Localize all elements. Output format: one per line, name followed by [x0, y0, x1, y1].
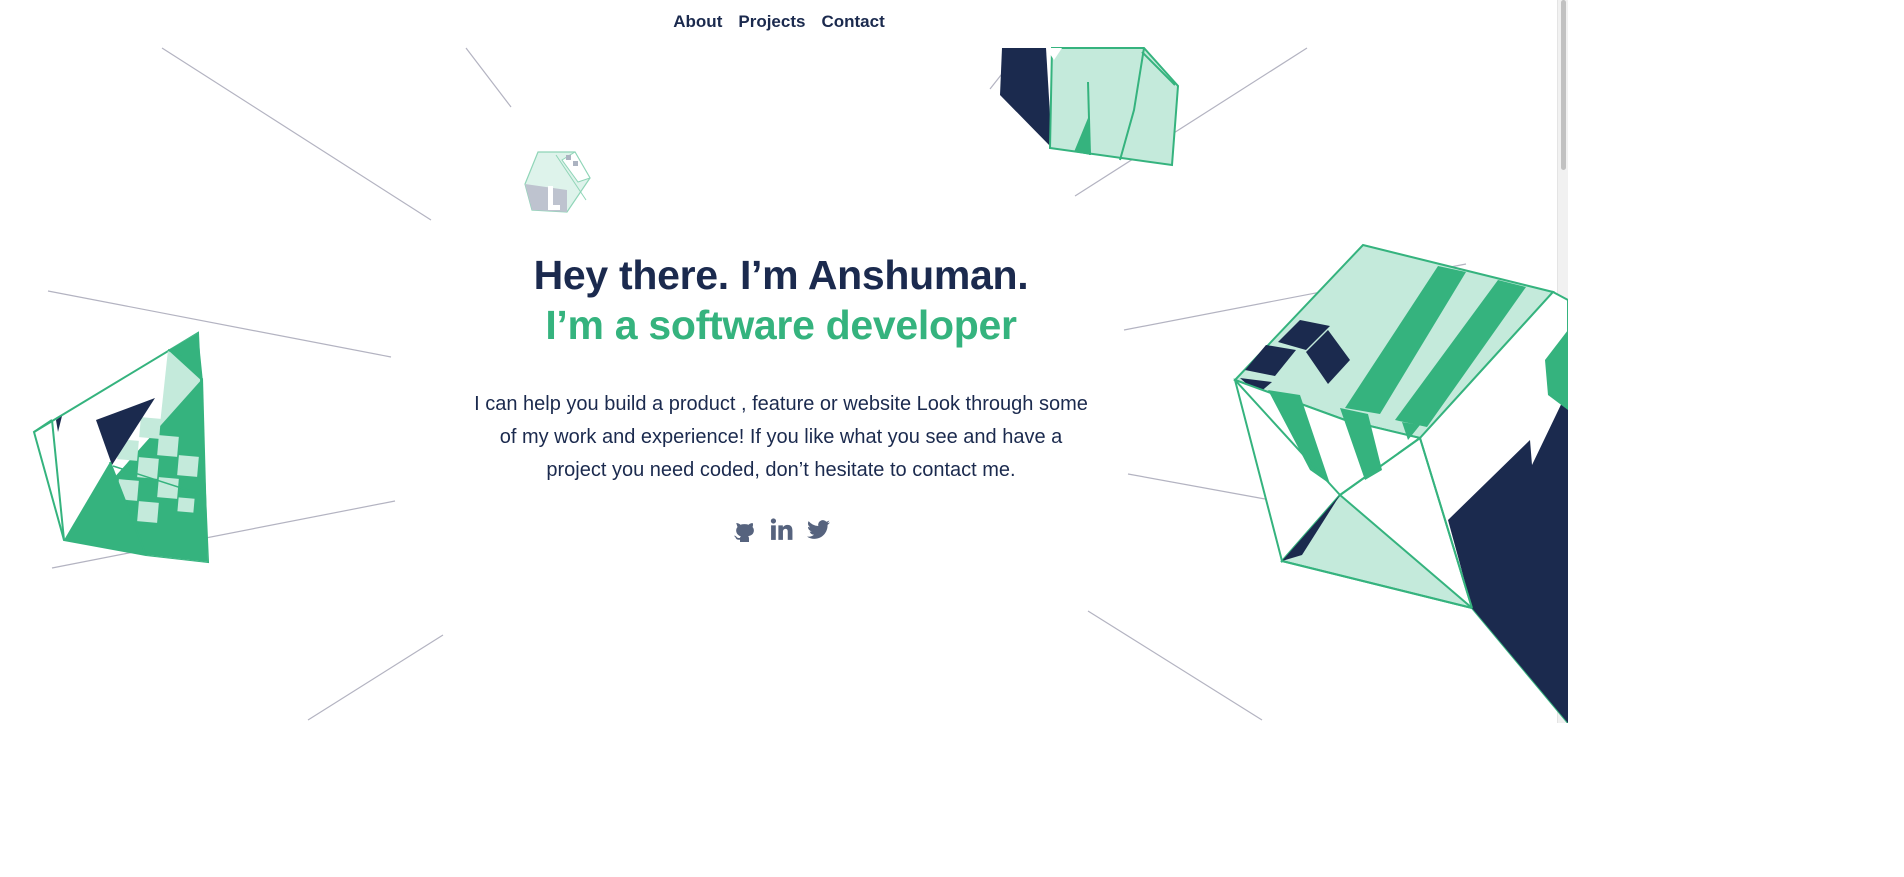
linkedin-icon [770, 518, 792, 540]
twitter-icon [806, 520, 830, 539]
twitter-link[interactable] [806, 517, 831, 542]
hero-section: Hey there. I’m Anshuman. I’m a software … [0, 250, 1562, 542]
top-right-cube-illustration [1000, 47, 1180, 167]
nav-link-contact[interactable]: Contact [821, 10, 884, 34]
social-links [0, 517, 1562, 542]
hero-subheadline: I’m a software developer [545, 302, 1017, 348]
github-link[interactable] [732, 517, 757, 542]
nav-link-about[interactable]: About [673, 10, 722, 34]
hero-headline: Hey there. I’m Anshuman. [533, 252, 1029, 298]
nav-link-projects[interactable]: Projects [738, 10, 805, 34]
linkedin-link[interactable] [769, 517, 794, 542]
hero-description: I can help you build a product , feature… [474, 393, 1088, 481]
main-nav: About Projects Contact [0, 10, 1558, 34]
github-icon [733, 523, 754, 542]
page: About Projects Contact Hey there. I’m An… [0, 0, 1568, 723]
small-cube-illustration [524, 151, 591, 213]
